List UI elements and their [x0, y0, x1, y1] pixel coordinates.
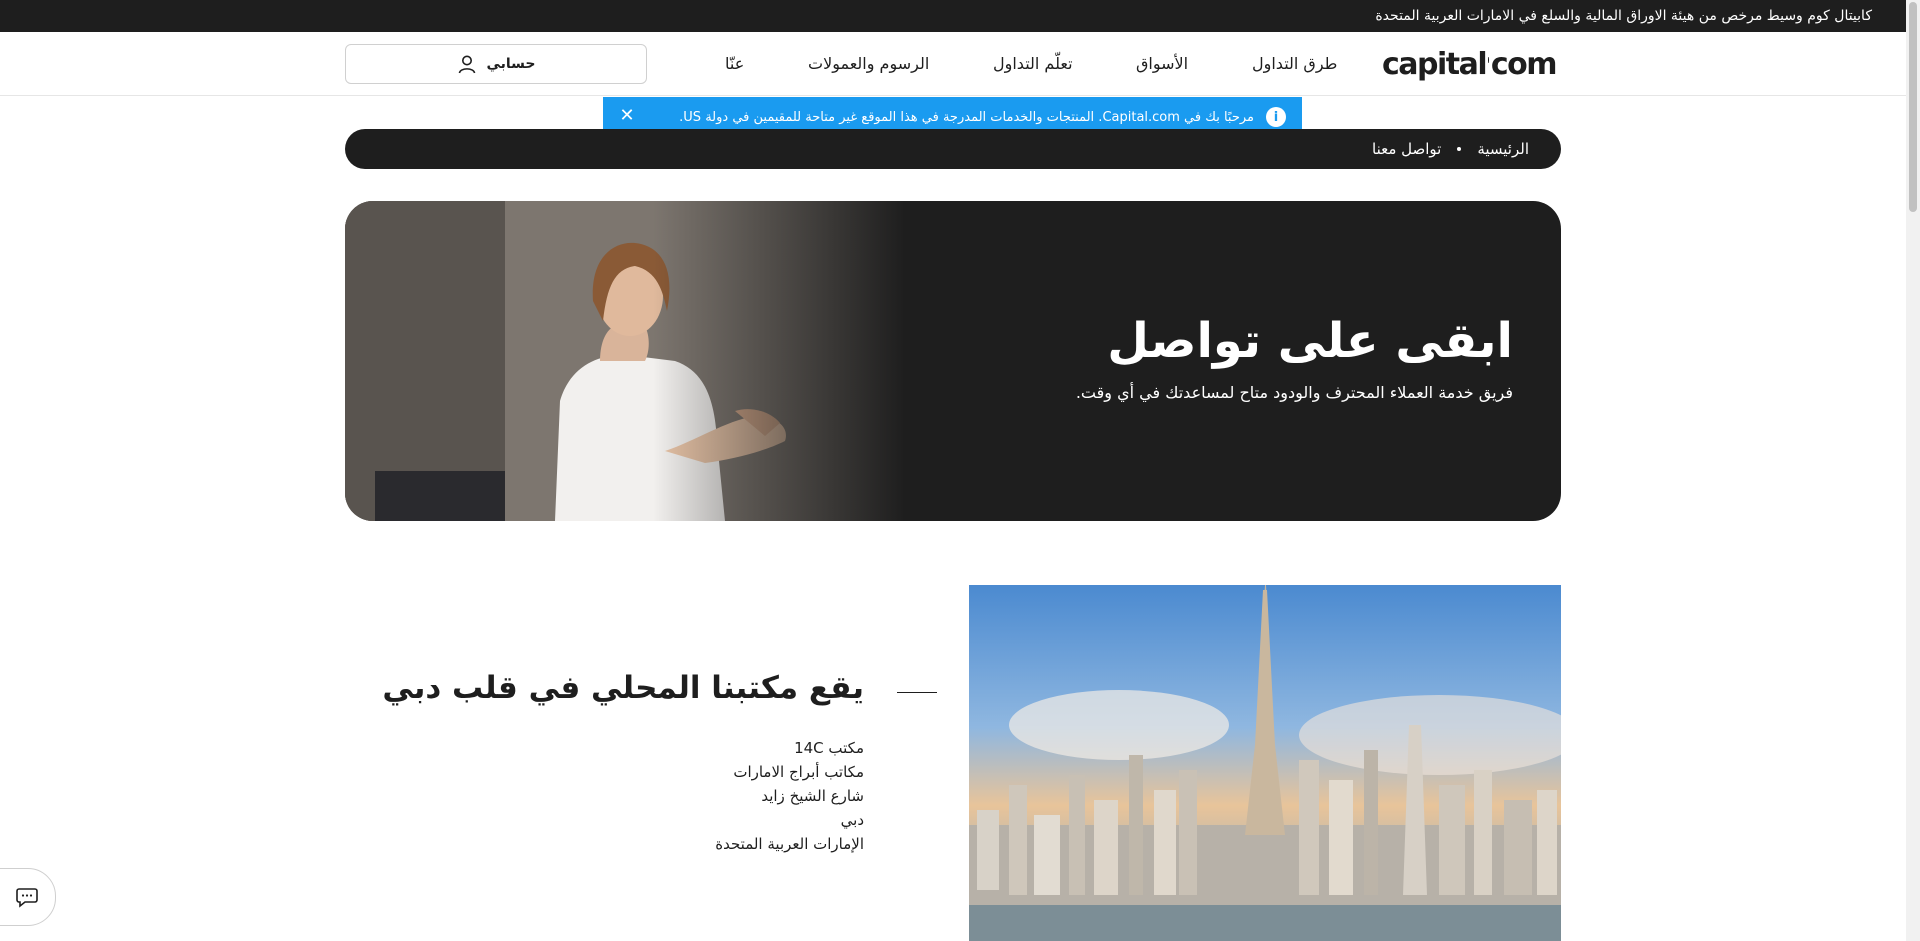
geo-notice-text: مرحبًا بك في Capital.com. المنتجات والخد…: [679, 109, 1254, 125]
regulatory-banner-text: كابيتال كوم وسيط مرخص من هيئة الاوراق ال…: [1375, 8, 1872, 24]
hero-title: ابقى على تواصل: [1107, 313, 1513, 369]
logo-text-left: capital: [1382, 46, 1488, 82]
nav-markets[interactable]: الأسواق: [1136, 52, 1188, 76]
site-header: capital com طرق التداول الأسواق تعلّم الت…: [0, 32, 1906, 96]
breadcrumb-home-link[interactable]: الرئيسية: [1477, 140, 1529, 158]
hero-subtitle: فريق خدمة العملاء المحترف والودود متاح ل…: [1075, 383, 1513, 402]
nav-ways-to-trade[interactable]: طرق التداول: [1252, 52, 1337, 76]
dubai-skyline-photo: [969, 585, 1561, 941]
address-line-city: دبي: [840, 811, 864, 829]
breadcrumb-current: تواصل معنا: [1372, 140, 1442, 158]
office-address: مكتب 14C مكاتب أبراج الامارات شارع الشيخ…: [715, 736, 864, 856]
breadcrumb: الرئيسية تواصل معنا: [345, 129, 1561, 169]
nav-about-us[interactable]: عنّا: [725, 52, 744, 76]
address-line-office: مكتب 14C: [794, 739, 864, 757]
hero-banner: ابقى على تواصل فريق خدمة العملاء المحترف…: [345, 201, 1561, 521]
address-line-building: مكاتب أبراج الامارات: [733, 763, 864, 781]
account-button[interactable]: حسابي: [345, 44, 647, 84]
page-scrollbar[interactable]: [1906, 0, 1920, 941]
account-label: حسابي: [486, 56, 536, 72]
nav-fees-charges[interactable]: الرسوم والعمولات: [808, 52, 929, 76]
chat-bubble-icon: [16, 888, 38, 908]
address-line-country: الإمارات العربية المتحدة: [715, 835, 864, 853]
logo-dot: [1488, 57, 1489, 63]
chat-button[interactable]: [0, 868, 56, 926]
scrollbar-thumb[interactable]: [1909, 2, 1917, 212]
hero-handshake-photo: [345, 201, 905, 521]
breadcrumb-separator: [1457, 147, 1462, 151]
user-icon: [458, 55, 475, 74]
regulatory-banner: كابيتال كوم وسيط مرخص من هيئة الاوراق ال…: [0, 0, 1906, 32]
nav-learn-to-trade[interactable]: تعلّم التداول: [993, 52, 1073, 76]
section-divider-line: [897, 692, 937, 693]
capital-com-logo[interactable]: capital com: [1382, 46, 1558, 82]
office-title: يقع مكتبنا المحلي في قلب دبي: [382, 670, 864, 706]
address-line-street: شارع الشيخ زايد: [761, 787, 864, 805]
logo-text-right: com: [1490, 46, 1558, 82]
info-icon: i: [1266, 107, 1286, 127]
close-icon[interactable]: ✕: [617, 106, 637, 126]
